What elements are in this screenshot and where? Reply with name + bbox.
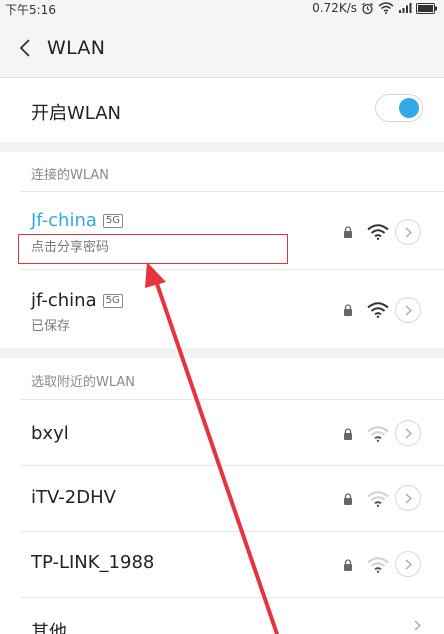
status-bar: 下午5:16 0.72K/s: [0, 0, 444, 18]
wifi-weak-icon: [367, 426, 389, 442]
section-title-connected: 连接的WLAN: [31, 168, 110, 183]
network-row-tp-link-1988[interactable]: TP-LINK_1988: [0, 532, 444, 598]
network-status: 已保存: [31, 319, 71, 334]
lock-icon: [344, 559, 352, 571]
chevron-right-icon: [414, 620, 421, 631]
lock-icon: [344, 226, 352, 238]
network-name-text: jf-china: [31, 290, 97, 311]
wifi-strong-icon: [367, 224, 389, 240]
network-row-bxyl[interactable]: bxyl: [0, 400, 444, 466]
wifi-weak-icon: [367, 491, 389, 507]
network-name: Jf-china 5G: [31, 210, 124, 231]
chevron-right-icon: [405, 492, 412, 504]
network-details-button[interactable]: [395, 551, 421, 577]
wlan-toggle-switch[interactable]: [375, 94, 423, 122]
wlan-toggle-label: 开启WLAN: [31, 103, 122, 124]
battery-icon: [416, 2, 437, 14]
alarm-icon: [362, 2, 373, 14]
network-name: TP-LINK_1988: [31, 552, 155, 573]
wifi-strong-icon: [367, 302, 389, 318]
wifi-weak-icon: [367, 557, 389, 573]
lock-icon: [344, 493, 352, 505]
cell-signal-icon: [399, 3, 412, 13]
badge-5g: 5G: [102, 214, 124, 228]
network-details-button[interactable]: [395, 219, 421, 245]
network-speed: 0.72K/s: [312, 1, 357, 15]
network-name-text: Jf-china: [31, 210, 97, 231]
lock-icon: [344, 428, 352, 440]
network-name: jf-china 5G: [31, 290, 123, 311]
network-row-itv-2dhv[interactable]: iTV-2DHV: [0, 466, 444, 532]
chevron-right-icon: [405, 226, 412, 238]
page-title: WLAN: [47, 37, 106, 59]
section-title-nearby: 选取附近的WLAN: [31, 375, 136, 390]
status-icons: 0.72K/s: [312, 1, 438, 15]
wifi-status-icon: [378, 2, 394, 14]
chevron-right-icon: [405, 304, 412, 316]
chevron-right-icon: [405, 427, 412, 439]
network-name: bxyl: [31, 423, 69, 444]
other-network-label: 其他: [31, 622, 67, 634]
chevron-right-icon: [405, 558, 412, 570]
badge-5g: 5G: [102, 294, 123, 308]
annotation-highlight-box: [18, 234, 288, 264]
network-row-jf-china-saved[interactable]: jf-china 5G 已保存: [0, 270, 444, 348]
network-details-button[interactable]: [395, 420, 421, 446]
nearby-section-header: 选取附近的WLAN: [0, 358, 444, 400]
status-time: 下午5:16: [5, 3, 56, 17]
connected-section-header: 连接的WLAN: [0, 152, 444, 192]
title-bar: WLAN: [0, 18, 444, 78]
network-name: iTV-2DHV: [31, 487, 116, 508]
back-button[interactable]: [10, 33, 40, 63]
toggle-knob: [399, 98, 419, 118]
section-gap: [0, 142, 444, 152]
other-network-row[interactable]: 其他: [0, 598, 444, 634]
back-arrow-icon: [19, 39, 30, 57]
network-details-button[interactable]: [395, 297, 421, 323]
lock-icon: [344, 304, 352, 316]
section-gap: [0, 348, 444, 358]
network-details-button[interactable]: [395, 485, 421, 511]
